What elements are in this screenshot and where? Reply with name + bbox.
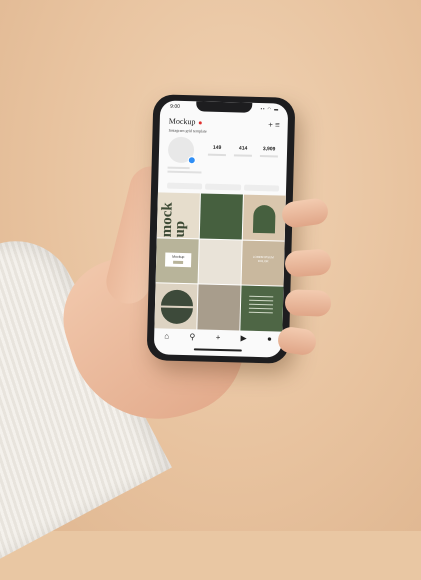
grid-post[interactable] bbox=[240, 285, 284, 332]
smartphone: 9:00 ▪▪ ◠ ▬ Mockup Instagram grid templa… bbox=[146, 94, 296, 364]
grid-post[interactable] bbox=[197, 284, 241, 331]
phone-screen: 9:00 ▪▪ ◠ ▬ Mockup Instagram grid templa… bbox=[153, 100, 289, 358]
status-indicators: ▪▪ ◠ ▬ bbox=[260, 105, 280, 112]
arch-shape bbox=[252, 204, 276, 234]
grid-post[interactable] bbox=[242, 194, 286, 241]
profile-subtitle: Instagram grid template bbox=[168, 127, 207, 134]
center-text: LOREM IPSUM DOLOR bbox=[252, 254, 274, 263]
stat-posts[interactable]: 149 bbox=[204, 145, 230, 157]
contact-button[interactable] bbox=[243, 184, 280, 192]
reels-icon[interactable]: ▶ bbox=[241, 333, 247, 342]
stat-label-line bbox=[233, 154, 252, 157]
card-bar bbox=[173, 260, 184, 264]
phone-notch bbox=[196, 101, 253, 113]
tab-bar: ⌂ ⚲ + ▶ ● bbox=[154, 328, 282, 345]
profile-buttons bbox=[167, 182, 280, 192]
grid-post[interactable] bbox=[199, 193, 243, 240]
grid-post[interactable]: Mockup bbox=[155, 237, 199, 284]
header-icons: + ≡ bbox=[268, 120, 280, 129]
username-text: Mockup bbox=[168, 116, 196, 127]
stat-following[interactable]: 3,909 bbox=[256, 146, 282, 158]
semicircle-top bbox=[160, 289, 194, 307]
home-indicator bbox=[193, 348, 242, 352]
bio-line bbox=[167, 170, 202, 174]
edit-profile-button[interactable] bbox=[167, 182, 203, 190]
stat-followers[interactable]: 414 bbox=[230, 145, 256, 157]
grid-post[interactable]: mock up bbox=[156, 192, 200, 239]
add-story-icon[interactable] bbox=[187, 156, 196, 165]
grid-post[interactable] bbox=[198, 239, 242, 285]
card-label: Mockup bbox=[172, 254, 185, 259]
plus-icon[interactable]: + bbox=[268, 120, 273, 129]
mockup-title: mock up bbox=[158, 202, 189, 238]
status-time: 9:00 bbox=[170, 103, 180, 110]
stat-followers-count: 414 bbox=[238, 145, 248, 152]
stat-posts-count: 149 bbox=[212, 144, 222, 151]
bio-line bbox=[167, 166, 190, 170]
semicircle-bottom bbox=[160, 307, 193, 325]
home-icon[interactable]: ⌂ bbox=[164, 331, 169, 340]
stat-label-line bbox=[207, 153, 226, 157]
finger-ring bbox=[284, 289, 332, 317]
text-lines bbox=[248, 296, 274, 317]
menu-icon[interactable]: ≡ bbox=[275, 120, 280, 129]
notification-dot-icon bbox=[198, 121, 202, 125]
search-icon[interactable]: ⚲ bbox=[189, 332, 195, 341]
profile-username: Mockup bbox=[169, 117, 202, 127]
stat-label-line bbox=[259, 154, 278, 158]
add-icon[interactable]: + bbox=[216, 332, 221, 341]
grid-post[interactable]: LOREM IPSUM DOLOR bbox=[241, 240, 285, 286]
stat-following-count: 3,909 bbox=[262, 146, 276, 153]
grid-post[interactable] bbox=[154, 283, 198, 330]
finger-middle bbox=[284, 248, 332, 278]
promotions-button[interactable] bbox=[205, 183, 241, 191]
label-card: Mockup bbox=[165, 252, 192, 267]
profile-icon[interactable]: ● bbox=[267, 334, 272, 343]
post-grid: mock up Mockup LOREM IPSUM DOLOR bbox=[154, 192, 286, 332]
